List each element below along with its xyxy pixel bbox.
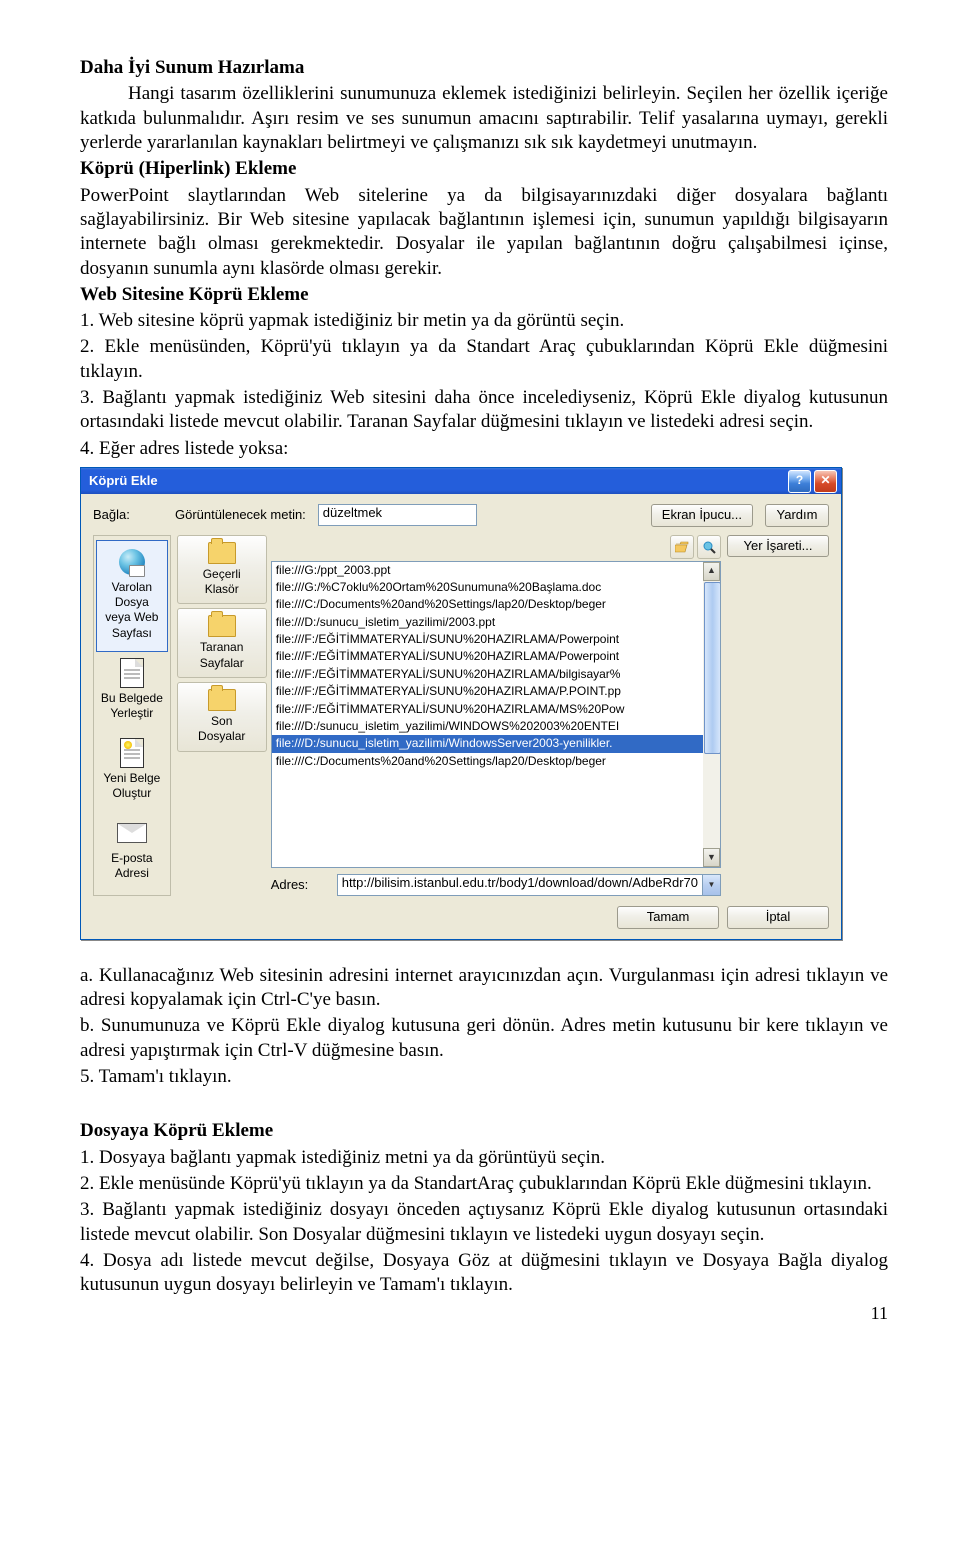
file-list-row[interactable]: file:///G:/ppt_2003.ppt — [272, 562, 703, 579]
file-list-row[interactable]: file:///F:/EĞİTİMMATERYALİ/SUNU%20HAZIRL… — [272, 683, 703, 700]
file-list-item-2: 2. Ekle menüsünde Köprü'yü tıklayın ya d… — [80, 1172, 888, 1196]
help-text-button[interactable]: Yardım — [765, 504, 829, 527]
browse-web-button[interactable] — [697, 535, 721, 559]
link-to-bar: Varolan Dosya veya Web Sayfası Bu Belged… — [93, 535, 171, 897]
list-item-2: 2. Ekle menüsünden, Köprü'yü tıklayın ya… — [80, 335, 888, 384]
heading-web-link: Web Sitesine Köprü Ekleme — [80, 283, 888, 307]
folder-icon — [208, 689, 236, 711]
list-item-1: 1. Web sitesine köprü yapmak istediğiniz… — [80, 309, 888, 333]
file-list[interactable]: file:///G:/ppt_2003.pptfile:///G:/%C7okl… — [271, 561, 721, 869]
nav-new-doc[interactable]: Yeni Belge Oluştur — [96, 732, 168, 812]
link-to-label: Bağla: — [93, 507, 163, 524]
recent-files-button[interactable]: Son Dosyalar — [177, 682, 267, 752]
scroll-down-icon[interactable]: ▼ — [703, 848, 720, 867]
file-list-row[interactable]: file:///C:/Documents%20and%20Settings/la… — [272, 596, 703, 613]
envelope-icon — [117, 823, 147, 843]
file-list-row[interactable]: file:///D:/sunucu_isletim_yazilimi/2003.… — [272, 614, 703, 631]
hyperlink-dialog: Köprü Ekle ? ✕ Bağla: Görüntülenecek met… — [80, 467, 842, 940]
folder-icon — [208, 542, 236, 564]
display-text-input[interactable]: düzeltmek — [318, 504, 478, 526]
file-list-item-1: 1. Dosyaya bağlantı yapmak istediğiniz m… — [80, 1146, 888, 1170]
list-item-3: 3. Bağlantı yapmak istediğiniz Web sites… — [80, 386, 888, 435]
current-folder-label: Geçerli Klasör — [203, 567, 241, 598]
nav-place-in-doc[interactable]: Bu Belgede Yerleştir — [96, 652, 168, 732]
nav-new-label: Yeni Belge Oluştur — [98, 771, 166, 802]
file-list-row[interactable]: file:///F:/EĞİTİMMATERYALİ/SUNU%20HAZIRL… — [272, 701, 703, 718]
para-hyperlink: PowerPoint slaytlarından Web sitelerine … — [80, 184, 888, 281]
list-item-b: b. Sunumunuza ve Köprü Ekle diyalog kutu… — [80, 1014, 888, 1063]
cancel-button[interactable]: İptal — [727, 906, 829, 929]
file-list-row[interactable]: file:///F:/EĞİTİMMATERYALİ/SUNU%20HAZIRL… — [272, 648, 703, 665]
address-input[interactable]: http://bilisim.istanbul.edu.tr/body1/dow… — [337, 874, 703, 896]
current-folder-button[interactable]: Geçerli Klasör — [177, 535, 267, 605]
dialog-title: Köprü Ekle — [89, 473, 158, 490]
recent-files-label: Son Dosyalar — [198, 714, 245, 745]
nav-place-label: Bu Belgede Yerleştir — [98, 691, 166, 722]
heading-better-presentation: Daha İyi Sunum Hazırlama — [80, 56, 888, 80]
scroll-up-icon[interactable]: ▲ — [703, 562, 720, 581]
browse-file-button[interactable] — [670, 535, 694, 559]
address-dropdown-arrow[interactable]: ▼ — [703, 874, 721, 896]
browsed-pages-button[interactable]: Taranan Sayfalar — [177, 608, 267, 678]
nav-existing-file[interactable]: Varolan Dosya veya Web Sayfası — [96, 540, 168, 652]
look-in-bar: Geçerli Klasör Taranan Sayfalar Son Dosy… — [177, 535, 267, 897]
para-intro: Hangi tasarım özelliklerini sunumunuza e… — [80, 82, 888, 155]
heading-hyperlink-add: Köprü (Hiperlink) Ekleme — [80, 157, 888, 181]
nav-existing-label: Varolan Dosya veya Web Sayfası — [99, 580, 165, 641]
screen-tip-button[interactable]: Ekran İpucu... — [651, 504, 753, 527]
file-list-row[interactable]: file:///D:/sunucu_isletim_yazilimi/WINDO… — [272, 718, 703, 735]
folder-icon — [208, 615, 236, 637]
file-list-item-4: 4. Dosya adı listede mevcut değilse, Dos… — [80, 1249, 888, 1298]
scroll-thumb[interactable] — [704, 582, 721, 754]
file-list-row[interactable]: file:///D:/sunucu_isletim_yazilimi/Windo… — [272, 735, 703, 752]
close-button[interactable]: ✕ — [814, 470, 837, 493]
list-item-5: 5. Tamam'ı tıklayın. — [80, 1065, 888, 1089]
globe-icon — [119, 549, 145, 575]
ok-button[interactable]: Tamam — [617, 906, 719, 929]
folder-open-icon — [675, 541, 689, 553]
display-text-label: Görüntülenecek metin: — [175, 507, 306, 524]
web-search-icon — [702, 540, 716, 554]
page-number: 11 — [80, 1302, 888, 1325]
file-list-row[interactable]: file:///C:/Documents%20and%20Settings/la… — [272, 753, 703, 770]
title-bar: Köprü Ekle ? ✕ — [81, 468, 841, 494]
help-button[interactable]: ? — [788, 470, 811, 493]
heading-file-link: Dosyaya Köprü Ekleme — [80, 1119, 888, 1143]
file-list-item-3: 3. Bağlantı yapmak istediğiniz dosyayı ö… — [80, 1198, 888, 1247]
file-list-row[interactable]: file:///F:/EĞİTİMMATERYALİ/SUNU%20HAZIRL… — [272, 631, 703, 648]
file-list-row[interactable]: file:///F:/EĞİTİMMATERYALİ/SUNU%20HAZIRL… — [272, 666, 703, 683]
page-icon — [120, 658, 144, 688]
new-page-icon — [120, 738, 144, 768]
list-item-a: a. Kullanacağınız Web sitesinin adresini… — [80, 964, 888, 1013]
bookmark-button[interactable]: Yer İşareti... — [727, 535, 829, 558]
nav-email[interactable]: E-posta Adresi — [96, 812, 168, 892]
address-label: Adres: — [271, 877, 331, 894]
scrollbar[interactable]: ▲ ▼ — [703, 562, 720, 868]
list-item-4: 4. Eğer adres listede yoksa: — [80, 437, 888, 461]
nav-email-label: E-posta Adresi — [98, 851, 166, 882]
file-list-row[interactable]: file:///G:/%C7oklu%20Ortam%20Sunumuna%20… — [272, 579, 703, 596]
browsed-pages-label: Taranan Sayfalar — [200, 640, 244, 671]
